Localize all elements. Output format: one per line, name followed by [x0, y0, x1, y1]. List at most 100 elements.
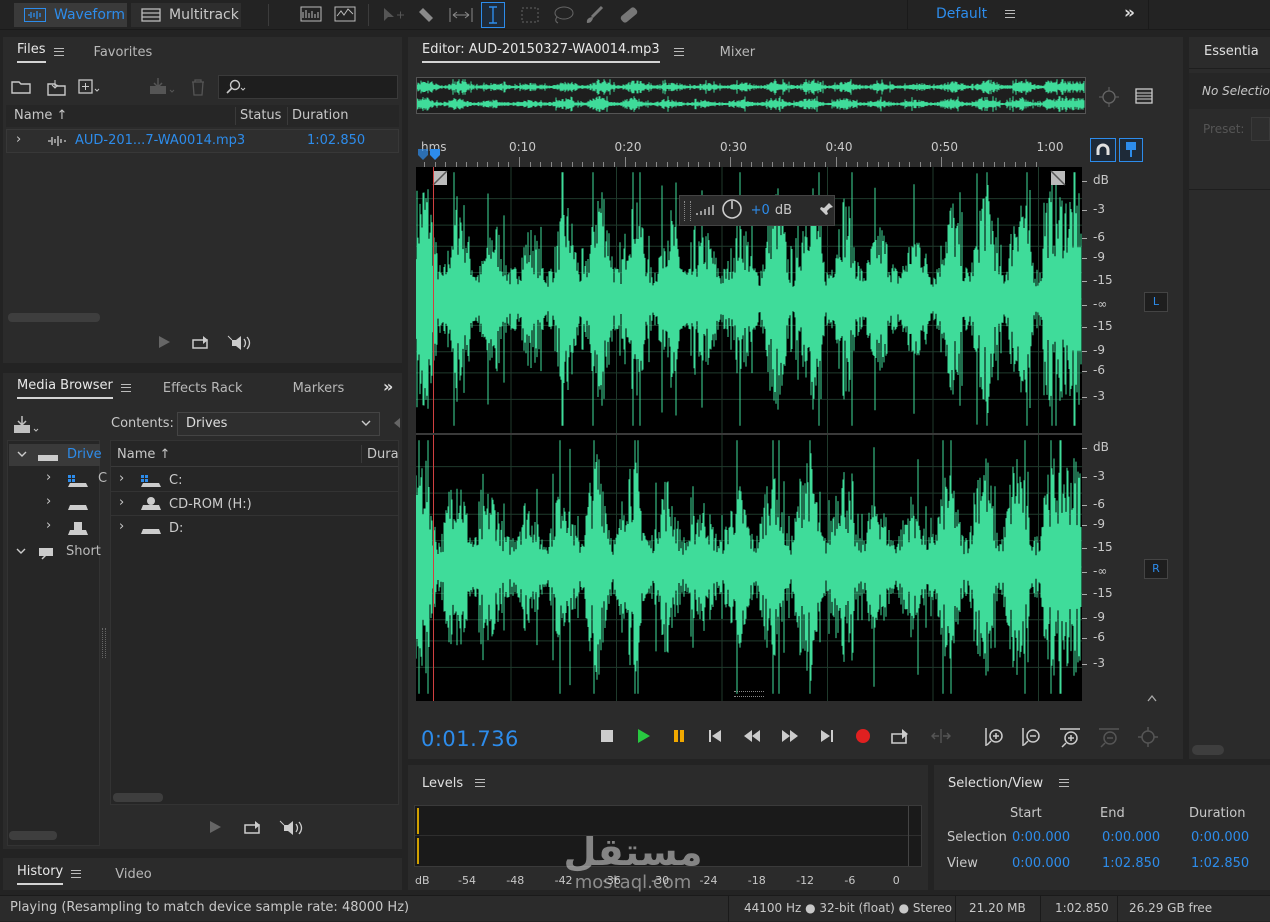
panel-menu-icon[interactable] [120, 384, 131, 392]
tab-effects-rack[interactable]: Effects Rack [155, 373, 251, 403]
zoom-in-time-icon[interactable] [1058, 726, 1082, 752]
multitrack-mode-button[interactable]: Multitrack [131, 3, 241, 27]
fast-forward-button[interactable] [780, 727, 800, 749]
pane-resize-handle[interactable] [102, 628, 106, 658]
hud-drag-handle[interactable] [684, 200, 691, 221]
collapse-down-icon[interactable] [16, 545, 26, 560]
import-media-icon[interactable] [12, 415, 40, 435]
panel-overflow-icon[interactable]: » [383, 377, 393, 396]
tab-files[interactable]: Files [9, 37, 72, 67]
hud-gain-value[interactable]: +0 [751, 203, 770, 218]
rewind-button[interactable] [742, 727, 762, 749]
lasso-tool-icon[interactable] [551, 5, 575, 25]
preview-loop-icon[interactable] [243, 819, 265, 839]
marquee-tool-icon[interactable] [520, 6, 540, 24]
view-duration-value[interactable]: 1:02.850 [1191, 856, 1249, 871]
skip-selection-button[interactable] [930, 727, 952, 749]
razor-tool-icon[interactable] [415, 5, 437, 25]
tab-mixer[interactable]: Mixer [712, 37, 763, 67]
expand-chevron-icon[interactable]: › [119, 471, 124, 486]
selection-duration-value[interactable]: 0:00.000 [1191, 830, 1249, 845]
time-selection-tool[interactable] [481, 2, 505, 28]
spot-healing-tool-icon[interactable] [617, 5, 641, 25]
preview-loop-icon[interactable] [191, 334, 213, 354]
panel-menu-icon[interactable] [673, 48, 684, 56]
slip-tool-icon[interactable] [448, 6, 474, 24]
overview-menu-icon[interactable] [1135, 88, 1153, 108]
skip-to-end-button[interactable] [818, 727, 836, 749]
spectral-pitch-icon[interactable] [334, 6, 356, 22]
time-display[interactable]: 0:01.736 [421, 727, 519, 751]
preview-autoplay-speaker-icon[interactable] [226, 334, 256, 356]
zoom-to-selection-icon[interactable] [1098, 86, 1120, 112]
preset-dropdown[interactable] [1251, 117, 1270, 141]
tab-video[interactable]: Video [107, 859, 159, 889]
import-file-icon[interactable] [45, 79, 67, 97]
insert-into-multitrack-icon[interactable] [148, 77, 176, 97]
skip-to-start-button[interactable] [706, 727, 724, 749]
tab-favorites[interactable]: Favorites [86, 37, 161, 67]
selection-end-value[interactable]: 0:00.000 [1102, 830, 1160, 845]
col-status-header[interactable]: Status [240, 108, 281, 123]
expand-chevron-icon[interactable]: › [119, 519, 124, 534]
expand-chevron-icon[interactable]: › [46, 518, 51, 533]
hud-pin-icon[interactable] [820, 202, 834, 220]
play-button[interactable] [634, 727, 652, 749]
tab-selection-view[interactable]: Selection/View [940, 768, 1077, 798]
tab-media-browser[interactable]: Media Browser [9, 373, 139, 403]
fade-out-handle-icon[interactable] [1050, 170, 1066, 190]
tree-scrollbar[interactable] [9, 831, 57, 840]
zoom-out-time-icon[interactable] [1097, 726, 1121, 752]
overflow-chevron-icon[interactable]: » [1124, 3, 1135, 23]
view-end-value[interactable]: 1:02.850 [1102, 856, 1160, 871]
volume-hud[interactable]: +0 dB [679, 195, 835, 226]
zoom-full-icon[interactable] [1136, 726, 1160, 752]
preview-play-icon[interactable] [157, 335, 171, 353]
vertical-resize-handle[interactable] [734, 691, 764, 697]
files-search-input[interactable] [218, 75, 398, 99]
peak-indicator[interactable] [908, 806, 909, 866]
file-row[interactable]: › AUD-201...7-WA0014.mp3 1:02.850 [6, 129, 399, 153]
panel-menu-icon[interactable] [53, 48, 64, 56]
tab-markers[interactable]: Markers [285, 373, 353, 403]
stop-button[interactable] [598, 727, 616, 749]
waveform-display[interactable]: +0 dB [415, 167, 1082, 701]
list-item[interactable]: › D: [111, 517, 398, 540]
preview-play-icon[interactable] [208, 820, 222, 838]
contents-dropdown[interactable]: Drives [177, 412, 380, 436]
channel-left-badge[interactable]: L [1144, 292, 1168, 312]
brush-tool-icon[interactable] [584, 5, 606, 25]
list-item[interactable]: › CD-ROM (H:) [111, 493, 398, 516]
pause-button[interactable] [670, 727, 688, 749]
tab-history[interactable]: History [9, 859, 89, 889]
collapse-left-arrow-icon[interactable] [393, 417, 401, 433]
expand-chevron-icon[interactable]: › [46, 470, 51, 485]
tree-item-drives[interactable]: Drive [9, 444, 102, 466]
snap-magnet-icon[interactable] [1090, 138, 1116, 162]
expand-chevron-icon[interactable]: › [119, 495, 124, 510]
list-scrollbar[interactable] [113, 793, 163, 802]
scroll-up-icon[interactable] [1147, 691, 1157, 706]
view-start-value[interactable]: 0:00.000 [1012, 856, 1070, 871]
move-tool-icon[interactable] [381, 6, 405, 24]
panel-menu-icon[interactable] [71, 870, 82, 878]
list-item[interactable]: › C: [111, 469, 398, 492]
zoom-out-amplitude-icon[interactable] [1021, 726, 1043, 752]
loop-playback-button[interactable] [890, 727, 912, 749]
col-name-header[interactable]: Name ↑ [14, 108, 67, 123]
new-file-icon[interactable] [78, 79, 102, 95]
expand-chevron-icon[interactable]: › [46, 494, 51, 509]
fade-in-handle-icon[interactable] [432, 170, 448, 190]
timeline-ruler[interactable]: hms 0:10 0:20 0:30 0:40 0:50 1:00 [416, 135, 1082, 167]
preview-autoplay-speaker-icon[interactable] [278, 819, 308, 841]
essential-scrollbar[interactable] [1192, 745, 1224, 755]
expand-chevron-icon[interactable]: › [16, 132, 21, 147]
list-col-name[interactable]: Name ↑ [117, 447, 170, 462]
volume-knob-icon[interactable] [721, 198, 743, 224]
record-button[interactable] [854, 727, 872, 749]
list-col-duration[interactable]: Dura [367, 447, 399, 462]
tab-editor[interactable]: Editor: AUD-20150327-WA0014.mp3 [414, 37, 692, 67]
channel-right-badge[interactable]: R [1144, 559, 1168, 579]
zoom-in-amplitude-icon[interactable] [984, 726, 1006, 752]
spectral-frequency-icon[interactable] [300, 6, 322, 22]
